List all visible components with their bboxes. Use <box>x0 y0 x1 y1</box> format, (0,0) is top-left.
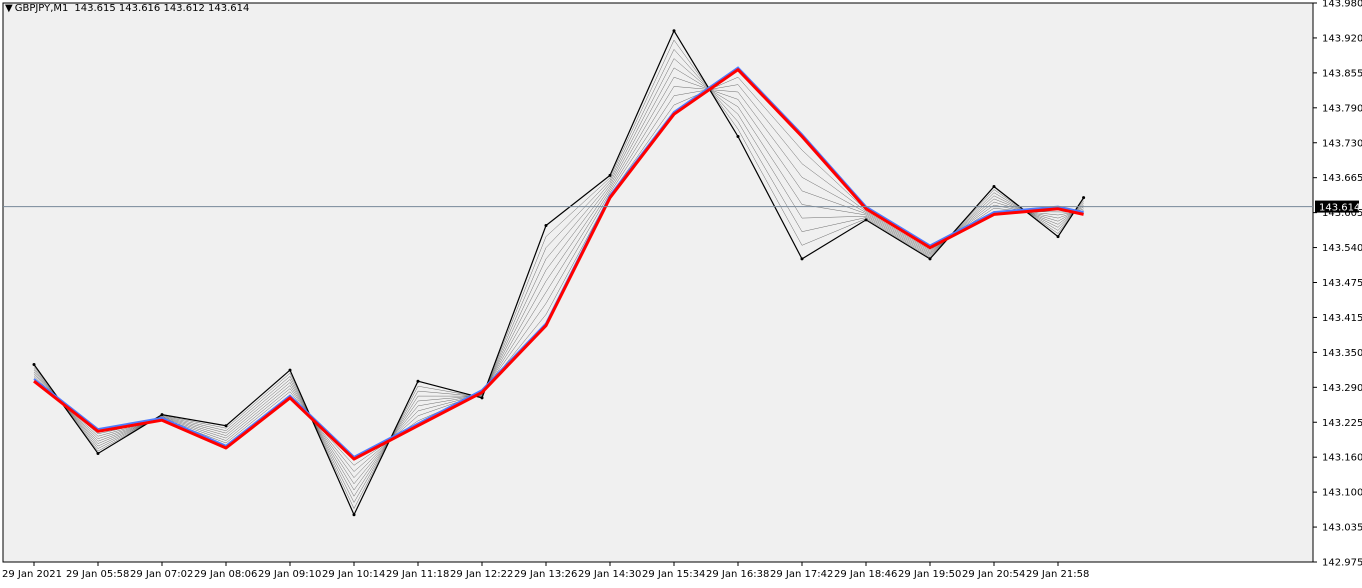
price-point <box>608 173 612 177</box>
price-point <box>480 396 484 400</box>
price-chart[interactable]: 143.980 143.920 143.855 143.790 143.730 143.6… <box>0 0 1362 584</box>
x-tick-label: 29 Jan 13:26 <box>514 569 577 580</box>
y-tick-label: 143.920 <box>1322 33 1362 44</box>
current-price-tag: 143.614 <box>1315 200 1360 214</box>
price-point <box>32 363 36 367</box>
y-tick-label: 143.035 <box>1322 523 1362 534</box>
price-point <box>864 218 868 222</box>
x-tick-label: 29 Jan 15:34 <box>642 569 705 580</box>
x-tick-label: 29 Jan 20:54 <box>962 569 1025 580</box>
y-tick-label: 143.540 <box>1322 243 1362 254</box>
price-point <box>352 513 356 517</box>
y-tick-label: 143.100 <box>1322 488 1362 499</box>
price-point <box>416 379 420 383</box>
quotes-label: 143.615 143.616 143.612 143.614 <box>74 3 250 14</box>
price-point <box>928 257 932 261</box>
y-tick-label: 143.980 <box>1322 0 1362 10</box>
x-tick-label: 29 Jan 07:02 <box>130 569 193 580</box>
x-tick-label: 29 Jan 05:58 <box>66 569 129 580</box>
price-point <box>288 368 292 372</box>
y-tick-label: 143.730 <box>1322 138 1362 149</box>
y-tick-label: 143.160 <box>1322 453 1362 464</box>
y-tick-label: 143.475 <box>1322 278 1362 289</box>
y-tick-label: 143.790 <box>1322 103 1362 114</box>
x-tick-label: 29 Jan 09:10 <box>258 569 321 580</box>
x-tick-label: 29 Jan 19:50 <box>898 569 961 580</box>
x-tick-label: 29 Jan 2021 <box>2 569 62 580</box>
price-point <box>736 134 740 138</box>
chart-area[interactable]: 143.980 143.920 143.855 143.790 143.730 143.6… <box>0 0 1362 584</box>
price-point <box>992 185 996 189</box>
x-tick-label: 29 Jan 21:58 <box>1026 569 1089 580</box>
price-axis: 143.980 143.920 143.855 143.790 143.730 143.6… <box>1313 0 1362 569</box>
x-tick-label: 29 Jan 17:42 <box>770 569 833 580</box>
price-point <box>800 257 804 261</box>
x-tick-label: 29 Jan 12:22 <box>450 569 513 580</box>
chart-header: ▼ GBPJPY,M1 143.615 143.616 143.612 143.61… <box>5 3 249 14</box>
price-point <box>96 452 100 456</box>
y-tick-label: 143.350 <box>1322 348 1362 359</box>
x-tick-label: 29 Jan 10:14 <box>322 569 385 580</box>
price-point <box>1056 235 1060 239</box>
price-point <box>160 413 164 417</box>
price-point <box>672 29 676 33</box>
x-tick-label: 29 Jan 14:30 <box>578 569 641 580</box>
x-tick-label: 29 Jan 08:06 <box>194 569 257 580</box>
x-tick-label: 29 Jan 11:18 <box>386 569 449 580</box>
y-tick-label: 143.290 <box>1322 383 1362 394</box>
x-tick-label: 29 Jan 16:38 <box>706 569 769 580</box>
plot-background <box>2 2 1314 563</box>
y-tick-label: 143.415 <box>1322 313 1362 324</box>
triangle-down-icon[interactable]: ▼ <box>5 3 13 14</box>
price-point <box>224 424 228 428</box>
y-tick-label: 143.665 <box>1322 173 1362 184</box>
y-tick-label: 143.855 <box>1322 68 1362 79</box>
x-tick-label: 29 Jan 18:46 <box>834 569 897 580</box>
y-tick-label: 143.225 <box>1322 418 1362 429</box>
y-tick-label: 142.975 <box>1322 558 1362 569</box>
time-axis: 29 Jan 2021 29 Jan 05:58 29 Jan 07:02 29 Ja… <box>2 562 1089 580</box>
price-point <box>1082 196 1086 200</box>
symbol-label: GBPJPY,M1 <box>14 3 69 14</box>
price-tag-label: 143.614 <box>1319 203 1360 214</box>
price-point <box>544 223 548 227</box>
